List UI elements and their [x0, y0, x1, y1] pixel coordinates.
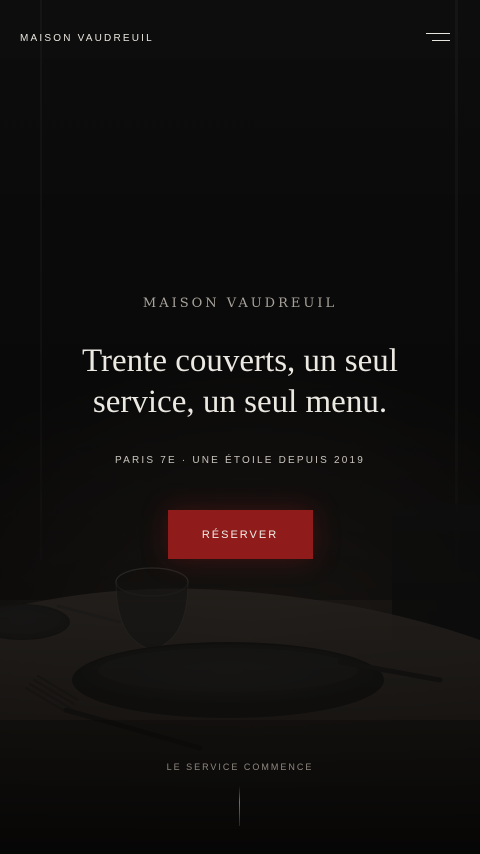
brand-logo[interactable]: MAISON VAUDREUIL	[20, 33, 154, 44]
scroll-indicator-line	[239, 786, 240, 826]
reserve-button[interactable]: RÉSERVER	[167, 510, 313, 559]
hero-headline-line-1: Trente couverts, un seul	[82, 343, 398, 379]
site-header: MAISON VAUDREUIL	[0, 0, 480, 76]
scroll-cue[interactable]: LE SERVICE COMMENCE	[0, 762, 480, 826]
menu-icon-line-top	[426, 33, 450, 34]
hero-section: MAISON VAUDREUIL Trente couverts, un seu…	[0, 296, 480, 559]
scroll-cue-label: LE SERVICE COMMENCE	[166, 762, 314, 772]
hero-headline: Trente couverts, un seul service, un seu…	[30, 341, 450, 423]
menu-button[interactable]	[420, 26, 456, 50]
landing-page: MAISON VAUDREUIL MAISON VAUDREUIL Trente…	[0, 0, 480, 854]
hero-eyebrow: MAISON VAUDREUIL	[142, 296, 338, 311]
hero-subline: PARIS 7E · UNE ÉTOILE DEPUIS 2019	[114, 455, 366, 466]
menu-icon-line-bottom	[432, 40, 450, 41]
hero-headline-line-2: service, un seul menu.	[92, 384, 388, 420]
